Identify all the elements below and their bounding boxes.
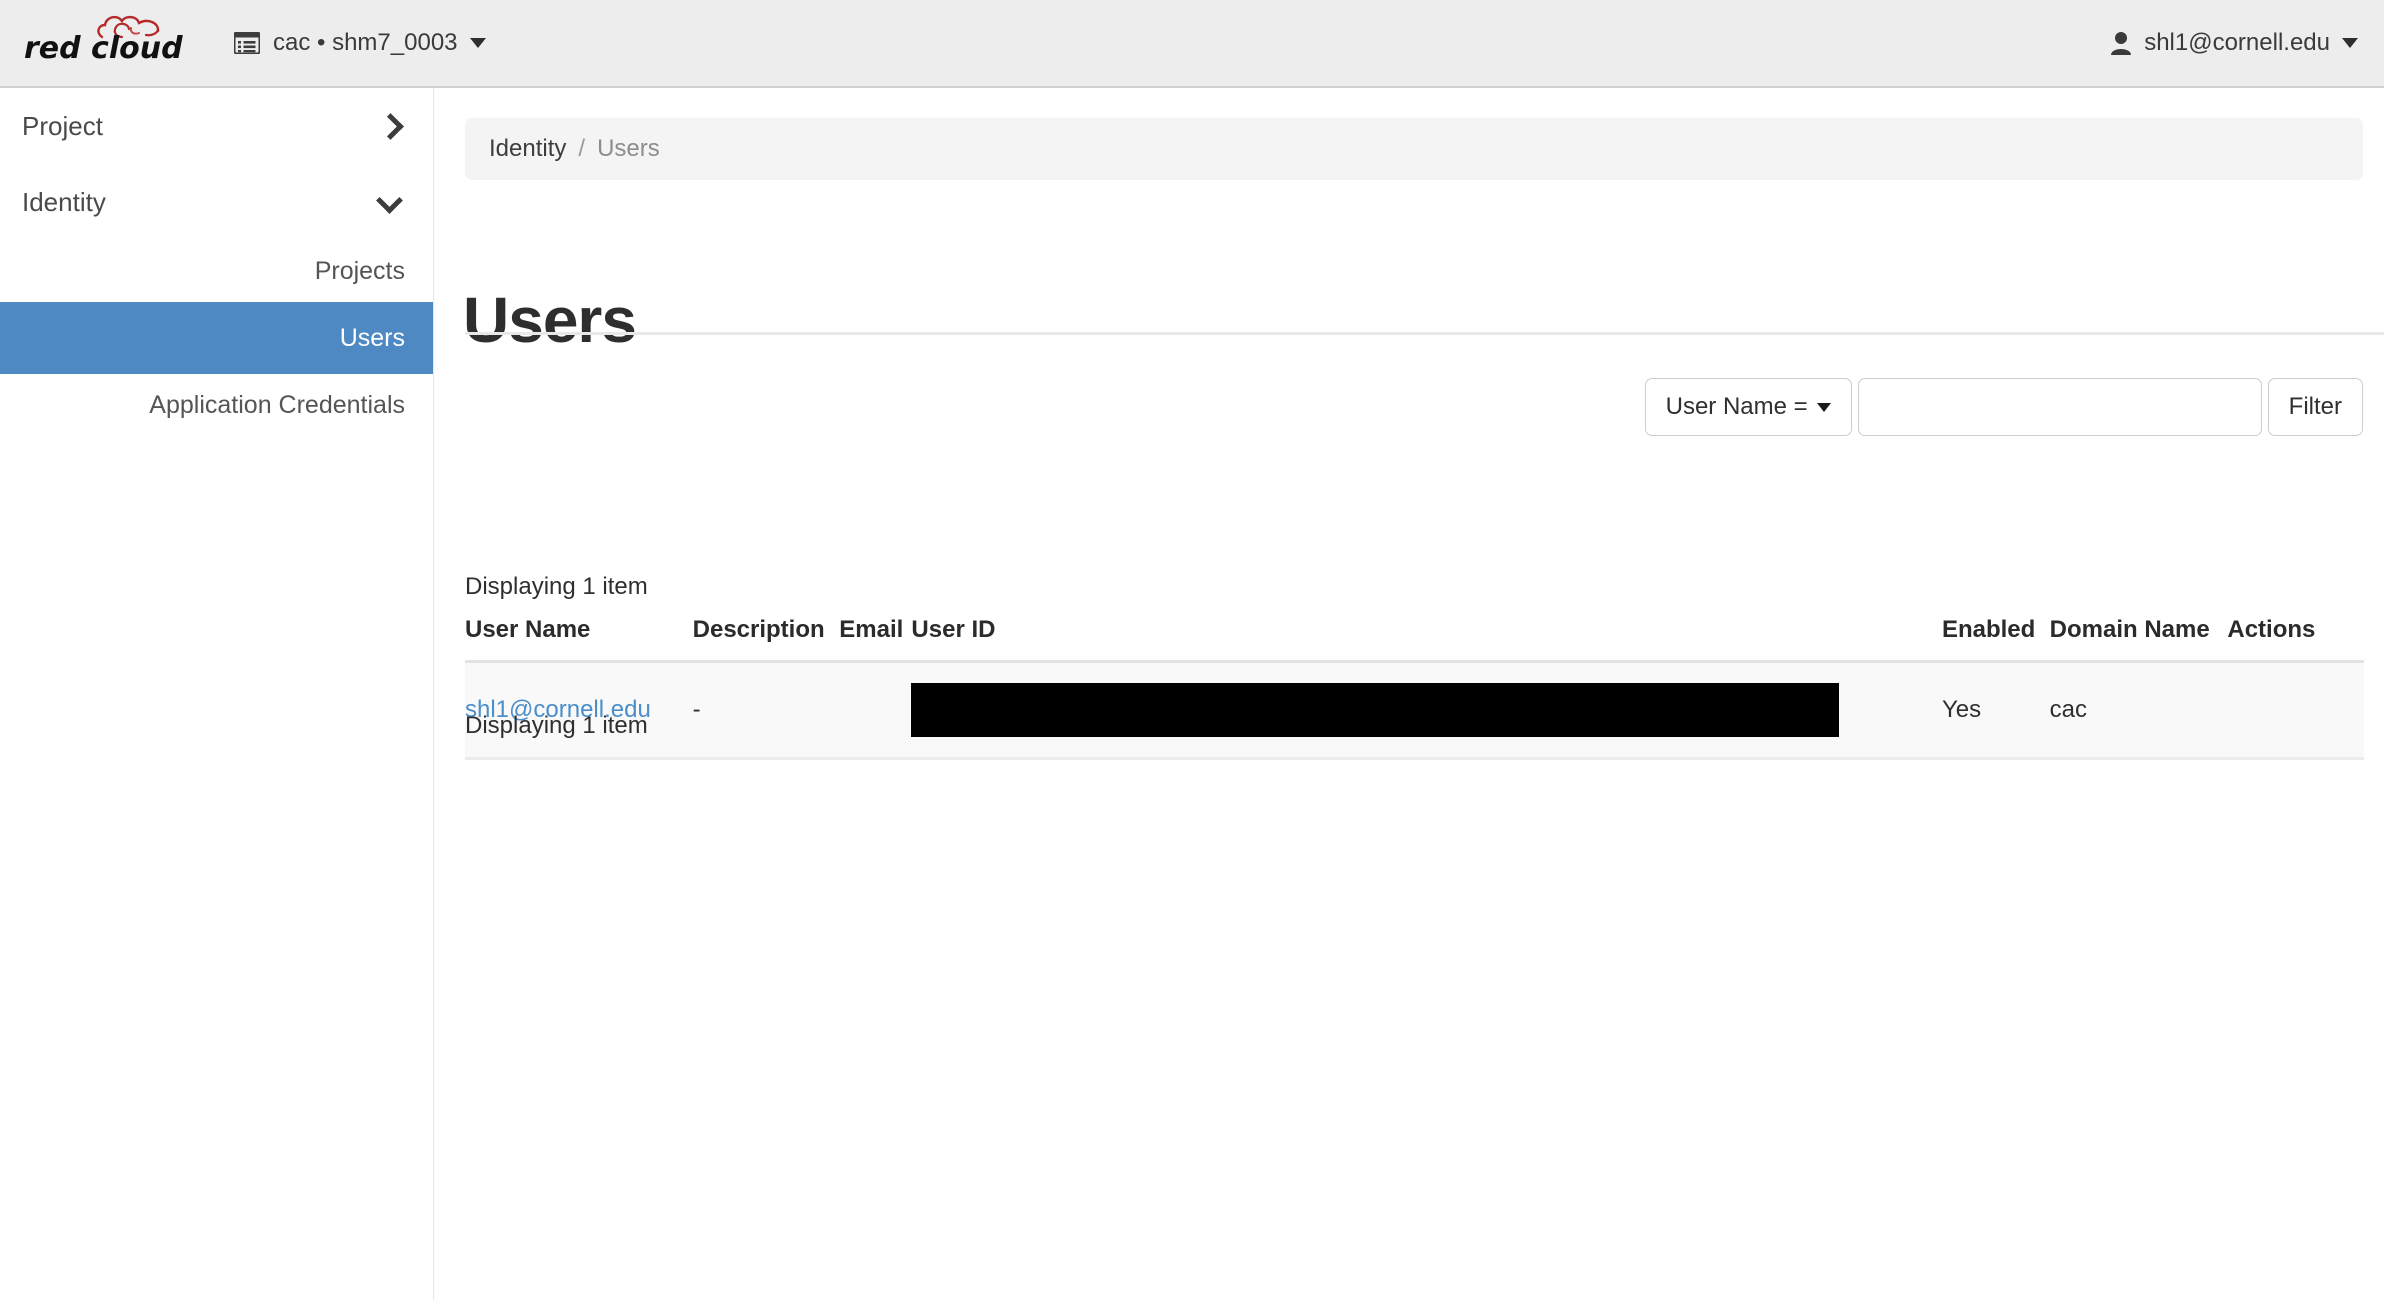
sidebar-group-identity[interactable]: Identity <box>0 164 433 240</box>
user-menu[interactable]: shl1@cornell.edu <box>2110 29 2358 57</box>
results-count-bottom: Displaying 1 item <box>465 712 648 739</box>
results-count-top: Displaying 1 item <box>465 573 648 600</box>
filter-button[interactable]: Filter <box>2267 378 2363 436</box>
col-header-domain-name[interactable]: Domain Name <box>2050 616 2228 662</box>
cell-user-name: shl1@cornell.edu <box>465 660 693 760</box>
sidebar-item-label: Application Credentials <box>149 390 405 419</box>
filter-field-dropdown-label: User Name = <box>1665 393 1808 420</box>
users-table: User Name Description Email User ID Enab… <box>465 616 2364 760</box>
caret-down-icon <box>469 38 486 48</box>
users-table-head: User Name Description Email User ID Enab… <box>465 616 2364 662</box>
sidebar-item-application-credentials[interactable]: Application Credentials <box>0 374 433 436</box>
sidebar-item-users[interactable]: Users <box>0 302 433 374</box>
filter-toolbar: User Name = Filter <box>1644 378 2363 436</box>
cell-actions <box>2227 660 2364 760</box>
top-header-bar: red cloud cac • shm7_0003 shl1@cornell.e… <box>0 0 2384 88</box>
breadcrumb: Identity / Users <box>465 118 2363 180</box>
user-person-icon <box>2111 32 2132 55</box>
sidebar-group-project-label: Project <box>22 110 103 141</box>
caret-down-icon <box>2342 38 2358 48</box>
brand-logo[interactable]: red cloud <box>14 0 183 87</box>
sidebar: Project Identity Projects Users Applicat… <box>0 88 434 1300</box>
main-content: Identity / Users Users User Name = Filte… <box>435 88 2384 1300</box>
title-divider <box>465 332 2384 335</box>
col-header-user-id[interactable]: User ID <box>911 616 1942 662</box>
cell-domain-name: cac <box>2049 660 2228 760</box>
sidebar-item-label: Projects <box>314 256 405 285</box>
brand-wordmark: red cloud <box>24 31 183 66</box>
col-header-actions: Actions <box>2227 616 2316 643</box>
sidebar-group-identity-label: Identity <box>22 186 106 217</box>
sidebar-item-label: Users <box>339 323 405 352</box>
filter-search-input[interactable] <box>1857 378 2262 436</box>
page-root: red cloud cac • shm7_0003 shl1@cornell.e… <box>0 0 2384 1300</box>
redaction-bar <box>911 683 1840 737</box>
table-header-row: User Name Description Email User ID Enab… <box>465 616 2364 662</box>
breadcrumb-current: Users <box>597 135 660 162</box>
col-header-description[interactable]: Description <box>693 616 840 662</box>
list-grid-icon <box>234 32 260 54</box>
cell-enabled: Yes <box>1941 660 2050 760</box>
sidebar-item-projects[interactable]: Projects <box>0 240 433 302</box>
caret-down-icon <box>1816 402 1831 412</box>
chevron-down-icon <box>379 191 401 213</box>
col-header-email[interactable]: Email <box>839 616 911 662</box>
users-table-body: shl1@cornell.edu - Yes cac <box>465 660 2364 760</box>
filter-field-dropdown[interactable]: User Name = <box>1644 378 1852 436</box>
sidebar-group-project[interactable]: Project <box>0 88 433 164</box>
breadcrumb-identity[interactable]: Identity <box>489 135 566 163</box>
table-row: shl1@cornell.edu - Yes cac <box>465 660 2364 760</box>
col-header-user-name[interactable]: User Name <box>465 616 693 662</box>
chevron-right-icon <box>379 115 401 137</box>
page-title: Users <box>463 284 637 356</box>
col-header-enabled[interactable]: Enabled <box>1942 616 2050 662</box>
cell-description: - <box>692 660 840 760</box>
cell-user-id <box>911 660 1942 760</box>
project-switcher[interactable]: cac • shm7_0003 <box>224 15 496 71</box>
filter-button-label: Filter <box>2288 393 2342 420</box>
user-menu-label: shl1@cornell.edu <box>2144 29 2330 56</box>
breadcrumb-separator: / <box>578 135 586 162</box>
project-switcher-label: cac • shm7_0003 <box>273 29 458 56</box>
cell-email <box>839 660 912 760</box>
